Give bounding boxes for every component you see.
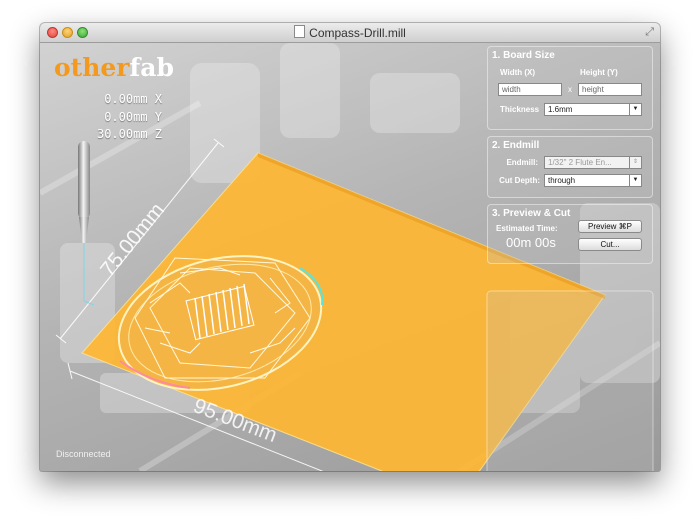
width-input[interactable]: width <box>498 83 562 96</box>
board-size-title: 1. Board Size <box>492 50 555 61</box>
document-icon <box>294 25 306 38</box>
height-label: Height (Y) <box>580 68 618 77</box>
endmill-title: 2. Endmill <box>492 140 540 151</box>
chevron-down-icon: ▼ <box>629 104 641 115</box>
x-position: 0.00mm X <box>104 92 162 106</box>
preview-cut-panel: 3. Preview & Cut Estimated Time: 00m 00s… <box>487 204 653 264</box>
endmill-panel: 2. Endmill Endmill: 1/32" 2 Flute En... ⇕… <box>487 136 653 198</box>
cut-depth-label: Cut Depth: <box>499 176 540 185</box>
viewport[interactable]: 75.00mm 95.00mm otherfab 0.00mm X 0.00mm… <box>40 43 660 471</box>
preview-button[interactable]: Preview ⌘P <box>578 220 642 233</box>
estimated-time-label: Estimated Time: <box>496 224 558 233</box>
fullscreen-icon[interactable]: ⤢ <box>645 26 654 39</box>
estimated-time-value: 00m 00s <box>506 235 556 250</box>
size-separator: x <box>568 85 572 94</box>
board-size-panel: 1. Board Size Width (X) Height (Y) width… <box>487 46 653 130</box>
z-position: 30.00mm Z <box>96 127 162 141</box>
width-label: Width (X) <box>500 68 536 77</box>
app-window: Compass-Drill.mill ⤢ 75.00mm 95.00mm oth… <box>40 23 660 471</box>
window-title-wrap: Compass-Drill.mill <box>40 25 660 40</box>
cut-button[interactable]: Cut... <box>578 238 642 251</box>
stepper-icon: ⇕ <box>629 157 641 168</box>
thickness-select[interactable]: 1.6mm ▼ <box>544 103 642 116</box>
connection-status: Disconnected <box>56 449 111 459</box>
title-bar[interactable]: Compass-Drill.mill ⤢ <box>40 23 660 43</box>
cut-depth-select[interactable]: through ▼ <box>544 174 642 187</box>
thickness-label: Thickness <box>500 105 540 114</box>
endmill-select[interactable]: 1/32" 2 Flute En... ⇕ <box>544 156 642 169</box>
height-input[interactable]: height <box>578 83 642 96</box>
window-title: Compass-Drill.mill <box>309 26 406 40</box>
chevron-down-icon: ▼ <box>629 175 641 186</box>
otherfab-logo: otherfab <box>54 53 174 82</box>
y-position: 0.00mm Y <box>104 110 162 124</box>
preview-cut-title: 3. Preview & Cut <box>492 208 571 219</box>
endmill-label: Endmill: <box>506 158 538 167</box>
empty-panel <box>486 290 654 471</box>
